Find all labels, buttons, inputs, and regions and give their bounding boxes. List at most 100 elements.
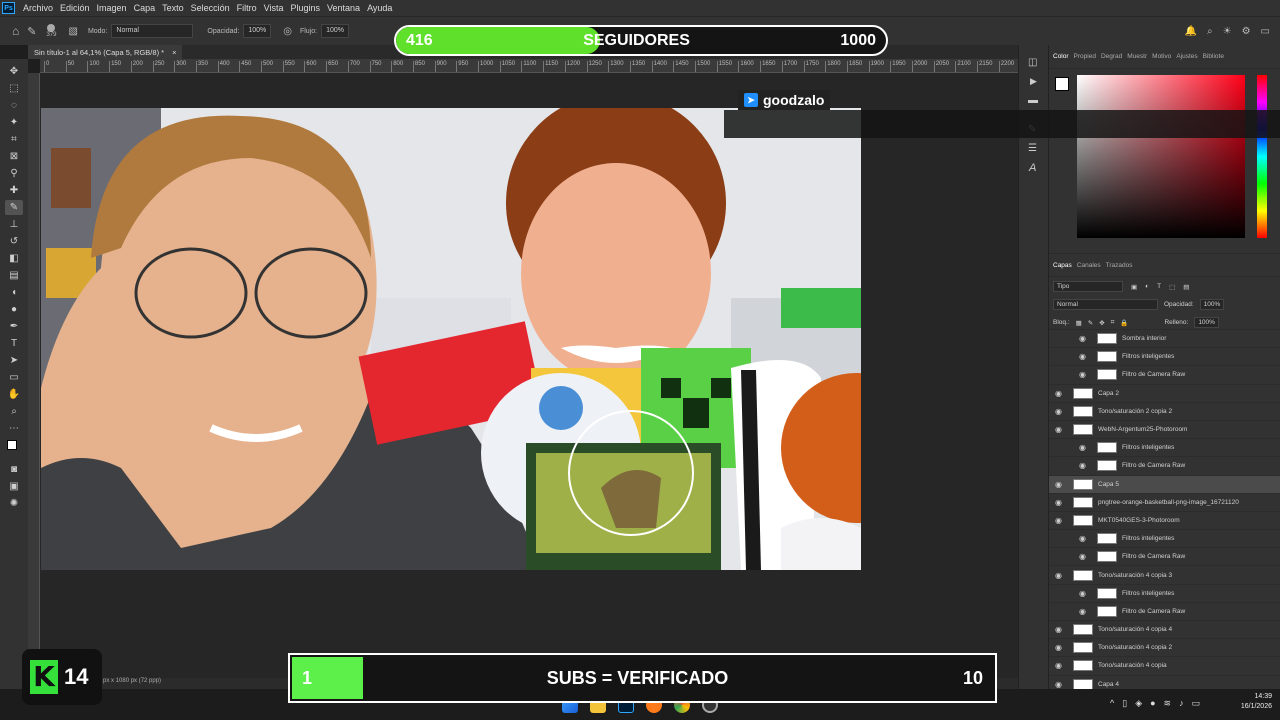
history-panel-icon[interactable]: ◫ <box>1028 57 1048 68</box>
tab-patterns[interactable]: Motivo <box>1152 53 1171 60</box>
mode-select[interactable]: Normal <box>111 24 194 38</box>
tab-paths[interactable]: Trazados <box>1106 262 1133 269</box>
tab-gradients[interactable]: Degrad <box>1101 53 1122 60</box>
layer-name[interactable]: Capa 2 <box>1098 390 1119 397</box>
layer-row[interactable]: ◉ Filtros inteligentes <box>1049 529 1280 547</box>
menu-filtro[interactable]: Filtro <box>237 3 257 13</box>
menu-ayuda[interactable]: Ayuda <box>367 3 392 13</box>
layer-row[interactable]: ◉ pngtree-orange-basketball-png-image_167… <box>1049 492 1280 511</box>
filter-type-icon[interactable]: T <box>1157 283 1161 290</box>
chevron-up-icon[interactable]: ^ <box>1110 698 1114 709</box>
layer-row[interactable]: ◉ Filtro de Camera Raw <box>1049 456 1280 474</box>
brush-tool-icon[interactable]: ✎ <box>27 25 36 38</box>
layer-name[interactable]: Capa 5 <box>1098 481 1119 488</box>
wifi-icon[interactable]: ≋ <box>1164 698 1172 709</box>
layer-name[interactable]: Filtros inteligentes <box>1122 590 1174 597</box>
tab-libraries[interactable]: Bibliote <box>1203 53 1224 60</box>
path-select-tool-icon[interactable]: ➤ <box>5 353 23 368</box>
tab-properties[interactable]: Propied <box>1074 53 1096 60</box>
visibility-eye-icon[interactable]: ◉ <box>1079 534 1089 543</box>
menu-capa[interactable]: Capa <box>134 3 156 13</box>
adjustments-panel-icon[interactable]: ☰ <box>1028 143 1048 154</box>
fill-field[interactable]: 100% <box>1194 317 1219 328</box>
layer-row[interactable]: ◉ Tono/saturación 4 copia 4 <box>1049 620 1280 638</box>
layer-row[interactable]: ◉ MKT0540GES-3-Photoroom <box>1049 510 1280 529</box>
layer-row[interactable]: ◉ Tono/saturación 4 copia <box>1049 656 1280 674</box>
layer-row[interactable]: ◉ Filtros inteligentes <box>1049 583 1280 602</box>
flow-field[interactable]: 100% <box>321 24 349 38</box>
generative-icon[interactable]: ✺ <box>5 496 23 511</box>
settings-icon[interactable]: ⚙ <box>1242 26 1251 37</box>
layer-row[interactable]: ◉ Capa 5 <box>1049 474 1280 493</box>
home-icon[interactable]: ⌂ <box>12 24 19 38</box>
layer-row[interactable]: ◉ Tono/saturación 2 copia 2 <box>1049 401 1280 420</box>
layer-name[interactable]: pngtree-orange-basketball-png-image_1672… <box>1098 499 1239 506</box>
color-swatches-icon[interactable] <box>5 438 23 460</box>
layer-name[interactable]: Filtros inteligentes <box>1122 353 1174 360</box>
layer-name[interactable]: Filtros inteligentes <box>1122 444 1174 451</box>
visibility-eye-icon[interactable]: ◉ <box>1079 352 1089 361</box>
blend-mode-select[interactable]: Normal <box>1053 299 1158 310</box>
menu-archivo[interactable]: Archivo <box>23 3 53 13</box>
tab-adjustments[interactable]: Ajustes <box>1176 53 1197 60</box>
visibility-eye-icon[interactable]: ◉ <box>1055 643 1065 652</box>
quick-mask-icon[interactable]: ◙ <box>5 462 23 477</box>
layer-name[interactable]: WebN-Argentum25-Photoroom <box>1098 426 1187 433</box>
visibility-eye-icon[interactable]: ◉ <box>1079 461 1089 470</box>
layer-row[interactable]: ◉ Capa 2 <box>1049 383 1280 402</box>
layer-name[interactable]: Tono/saturación 4 copia 3 <box>1098 572 1172 579</box>
menu-vista[interactable]: Vista <box>264 3 284 13</box>
battery-icon[interactable]: ▯ <box>1122 698 1127 709</box>
layer-name[interactable]: Sombra interior <box>1122 335 1166 342</box>
layer-row[interactable]: ◉ Filtro de Camera Raw <box>1049 601 1280 620</box>
layer-name[interactable]: Filtros inteligentes <box>1122 535 1174 542</box>
visibility-eye-icon[interactable]: ◉ <box>1055 407 1065 416</box>
opacity-field[interactable]: 100% <box>243 24 272 38</box>
tab-layers[interactable]: Capas <box>1053 262 1072 269</box>
menu-texto[interactable]: Texto <box>162 3 184 13</box>
layer-row[interactable]: ◉ Filtros inteligentes <box>1049 438 1280 456</box>
menu-edicion[interactable]: Edición <box>60 3 90 13</box>
menu-plugins[interactable]: Plugins <box>291 3 321 13</box>
lock-image-icon[interactable]: ✎ <box>1088 319 1093 327</box>
menu-imagen[interactable]: Imagen <box>97 3 127 13</box>
security-icon[interactable]: ◈ <box>1135 698 1142 709</box>
layer-row[interactable]: ◉ Tono/saturación 4 copia 3 <box>1049 565 1280 583</box>
pen-tool-icon[interactable]: ✒ <box>5 319 23 334</box>
history-brush-icon[interactable]: ↺ <box>5 234 23 249</box>
workspace-icon[interactable]: ▭ <box>1261 26 1270 37</box>
lock-all-icon[interactable]: 🔒 <box>1120 319 1128 327</box>
lock-position-icon[interactable]: ✥ <box>1099 319 1104 327</box>
brush-tool-icon[interactable]: ✎ <box>5 200 23 215</box>
zoom-tool-icon[interactable]: ⌕ <box>5 404 23 419</box>
layer-name[interactable]: Tono/saturación 4 copia <box>1098 662 1167 669</box>
visibility-eye-icon[interactable]: ◉ <box>1055 661 1065 670</box>
layer-name[interactable]: Filtro de Camera Raw <box>1122 462 1185 469</box>
power-icon[interactable]: ▭ <box>1192 698 1201 709</box>
visibility-eye-icon[interactable]: ◉ <box>1055 571 1065 580</box>
menu-ventana[interactable]: Ventana <box>327 3 360 13</box>
layer-name[interactable]: Tono/saturación 4 copia 4 <box>1098 626 1172 633</box>
filter-pixel-icon[interactable]: ▣ <box>1131 283 1137 291</box>
layer-name[interactable]: Filtro de Camera Raw <box>1122 371 1185 378</box>
visibility-eye-icon[interactable]: ◉ <box>1055 480 1065 489</box>
tab-swatches[interactable]: Muestr <box>1127 53 1147 60</box>
photoshop-logo-icon[interactable]: Ps <box>2 2 15 14</box>
layer-kind-filter[interactable]: Tipo <box>1053 281 1123 292</box>
visibility-eye-icon[interactable]: ◉ <box>1055 425 1065 434</box>
blur-tool-icon[interactable]: ◖ <box>5 285 23 300</box>
visibility-eye-icon[interactable]: ◉ <box>1055 625 1065 634</box>
filter-smart-icon[interactable]: ▤ <box>1183 283 1189 291</box>
layer-name[interactable]: Tono/saturación 4 copia 2 <box>1098 644 1172 651</box>
lasso-tool-icon[interactable]: ◌ <box>5 98 23 113</box>
app-tray-icon[interactable]: ● <box>1150 698 1155 709</box>
tab-color[interactable]: Color <box>1053 53 1069 60</box>
layer-name[interactable]: MKT0540GES-3-Photoroom <box>1098 517 1180 524</box>
more-tools-icon[interactable]: ⋯ <box>5 421 23 436</box>
visibility-eye-icon[interactable]: ◉ <box>1079 552 1089 561</box>
layer-name[interactable]: Filtro de Camera Raw <box>1122 553 1185 560</box>
filter-shape-icon[interactable]: ⬚ <box>1169 283 1175 291</box>
tab-channels[interactable]: Canales <box>1077 262 1101 269</box>
lock-pixels-icon[interactable]: ▦ <box>1076 319 1082 327</box>
stamp-tool-icon[interactable]: ⊥ <box>5 217 23 232</box>
